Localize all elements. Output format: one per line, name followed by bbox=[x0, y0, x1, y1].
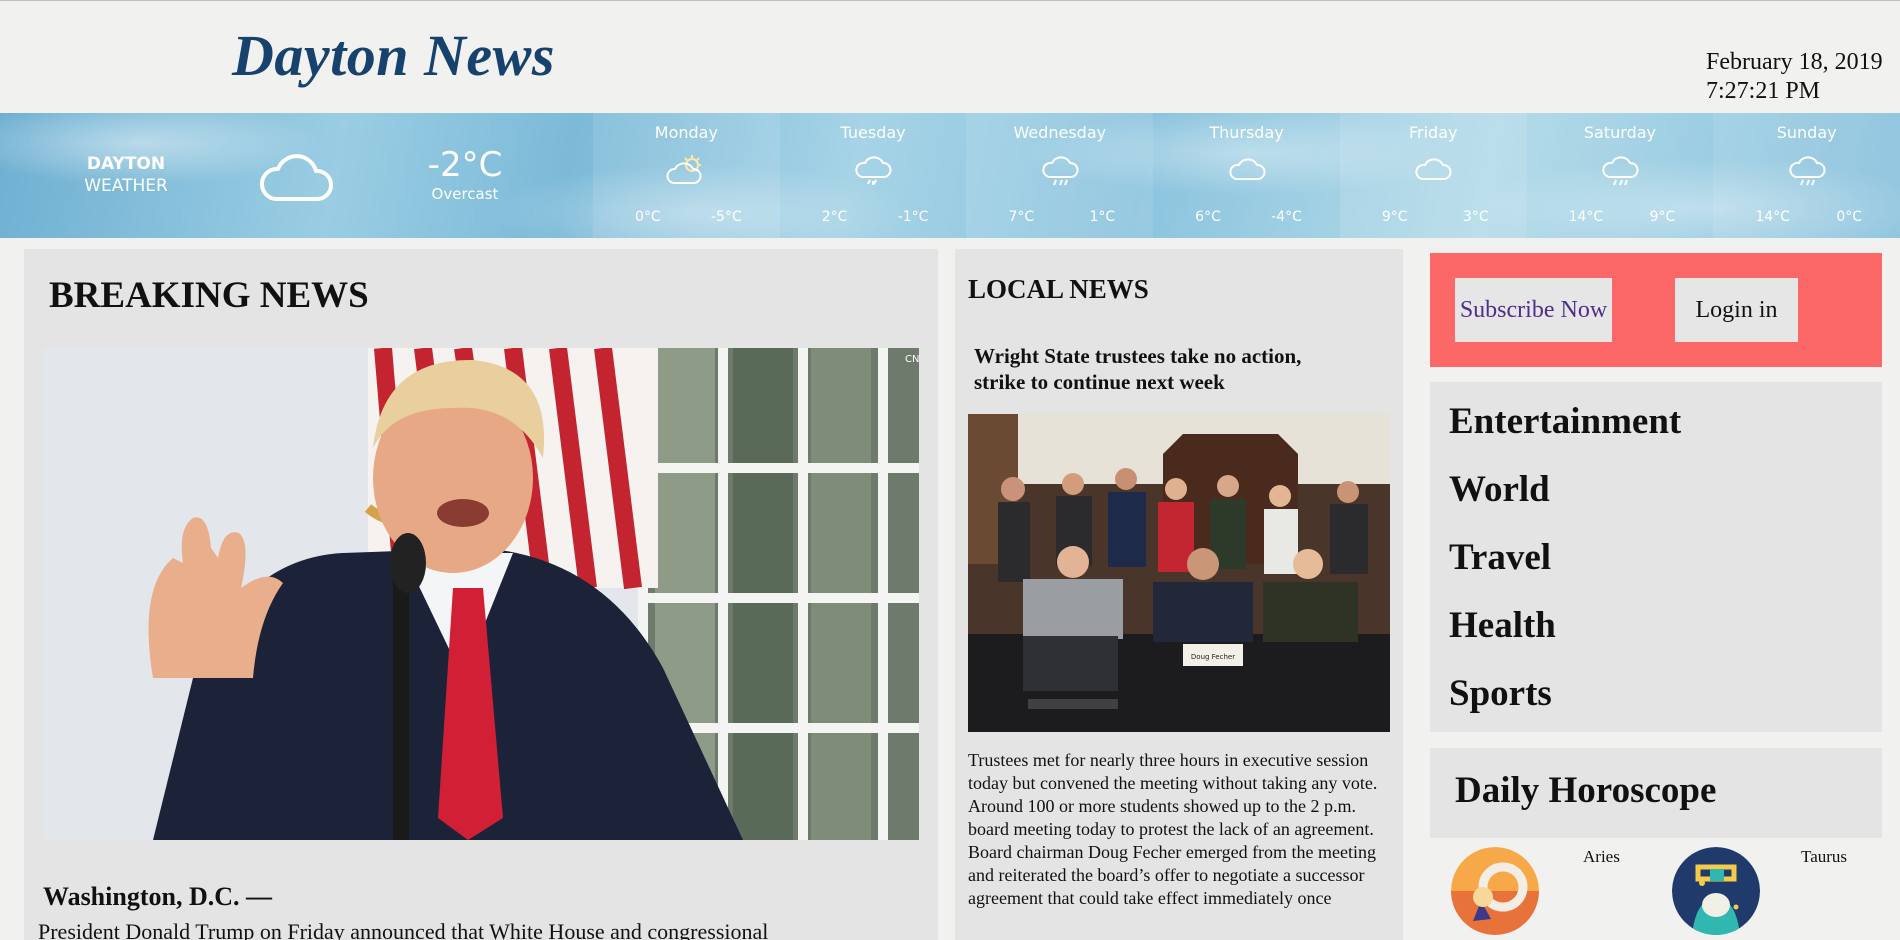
rain-cloud-icon bbox=[1789, 156, 1826, 186]
forecast-high: 14°C bbox=[1568, 209, 1604, 225]
rain-cloud-icon bbox=[1602, 156, 1639, 186]
sign-name-aries[interactable]: Aries bbox=[1583, 847, 1620, 867]
article-lead-text: President Donald Trump on Friday announc… bbox=[38, 919, 769, 940]
forecast-day-wednesday: Wednesday 7°C 1°C bbox=[966, 113, 1154, 238]
article-dateline: Washington, D.C. — bbox=[43, 882, 272, 911]
ram-icon[interactable] bbox=[1451, 847, 1539, 935]
forecast-day-name: Thursday bbox=[1209, 123, 1284, 142]
forecast-low: -5°C bbox=[710, 209, 742, 225]
forecast-day-saturday: Saturday 14°C 9°C bbox=[1527, 113, 1714, 238]
weather-city-label: DAYTON WEATHER bbox=[66, 153, 186, 197]
horoscope-panel: Daily Horoscope bbox=[1430, 748, 1882, 838]
forecast-day-name: Wednesday bbox=[1013, 123, 1107, 142]
breaking-news-photo[interactable]: CNN bbox=[43, 348, 919, 840]
forecast-day-name: Tuesday bbox=[840, 123, 906, 142]
nav-link-health[interactable]: Health bbox=[1449, 604, 1556, 647]
forecast-low: 1°C bbox=[1089, 209, 1116, 225]
local-news-headline[interactable]: Wright State trustees take no action, st… bbox=[974, 343, 1354, 395]
nameplate-text: Doug Fecher bbox=[1191, 653, 1235, 661]
forecast-low: 3°C bbox=[1462, 209, 1489, 225]
login-button[interactable]: Login in bbox=[1675, 278, 1798, 342]
forecast-row: Monday 0°C -5°C Tuesday 2°C -1°C Wednesd… bbox=[593, 113, 1900, 238]
forecast-low: -4°C bbox=[1271, 209, 1302, 225]
cloud-icon bbox=[1415, 158, 1452, 180]
nav-link-travel[interactable]: Travel bbox=[1449, 536, 1551, 579]
president-speaking-photo: CNN bbox=[43, 348, 919, 840]
date-time-display: February 18, 2019 7:27:21 PM bbox=[1706, 48, 1883, 106]
forecast-day-thursday: Thursday 6°C -4°C bbox=[1153, 113, 1340, 238]
forecast-day-sunday: Sunday 14°C 0°C bbox=[1713, 113, 1900, 238]
current-conditions: -2°C Overcast bbox=[420, 145, 510, 203]
nav-link-sports[interactable]: Sports bbox=[1449, 672, 1552, 715]
partly-sunny-icon bbox=[666, 155, 702, 184]
local-news-panel: LOCAL NEWS Wright State trustees take no… bbox=[955, 249, 1403, 940]
current-description: Overcast bbox=[431, 185, 499, 203]
forecast-day-name: Sunday bbox=[1776, 123, 1837, 142]
breaking-news-heading: BREAKING NEWS bbox=[49, 275, 369, 316]
bull-icon[interactable] bbox=[1672, 847, 1760, 935]
site-title[interactable]: Dayton News bbox=[232, 22, 555, 89]
forecast-day-name: Saturday bbox=[1583, 123, 1656, 142]
forecast-day-tuesday: Tuesday 2°C -1°C bbox=[780, 113, 967, 238]
current-time: 7:27:21 PM bbox=[1706, 78, 1821, 104]
forecast-day-monday: Monday 0°C -5°C bbox=[593, 113, 780, 238]
nav-link-world[interactable]: World bbox=[1449, 468, 1550, 511]
forecast-high: 6°C bbox=[1195, 209, 1221, 225]
local-news-heading: LOCAL NEWS bbox=[968, 274, 1149, 304]
sign-name-taurus[interactable]: Taurus bbox=[1801, 847, 1847, 867]
current-date: February 18, 2019 bbox=[1706, 49, 1883, 75]
local-news-body: Trustees met for nearly three hours in e… bbox=[968, 750, 1378, 908]
forecast-high: 7°C bbox=[1008, 209, 1035, 225]
forecast-day-name: Friday bbox=[1408, 123, 1458, 142]
breaking-news-panel: BREAKING NEWS CNN bbox=[24, 249, 938, 940]
forecast-day-name: Monday bbox=[654, 123, 718, 142]
forecast-high: 2°C bbox=[821, 209, 848, 225]
forecast-low: 0°C bbox=[1836, 209, 1863, 225]
current-temperature: -2°C bbox=[427, 145, 503, 185]
nav-link-entertainment[interactable]: Entertainment bbox=[1449, 400, 1681, 443]
horoscope-heading: Daily Horoscope bbox=[1455, 770, 1717, 811]
cloud-icon bbox=[1228, 158, 1266, 180]
forecast-high: 0°C bbox=[635, 209, 661, 225]
weather-city-name: DAYTON bbox=[86, 154, 166, 174]
forecast-high: 9°C bbox=[1381, 209, 1408, 225]
forecast-high: 14°C bbox=[1755, 209, 1790, 225]
subscribe-button[interactable]: Subscribe Now bbox=[1455, 278, 1612, 342]
board-meeting-photo: Doug Fecher bbox=[968, 414, 1390, 732]
forecast-day-friday: Friday 9°C 3°C bbox=[1339, 113, 1527, 238]
category-nav: Entertainment World Travel Health Sports bbox=[1430, 382, 1882, 732]
cloud-icon bbox=[259, 154, 334, 201]
rain-cloud-icon bbox=[1042, 156, 1079, 186]
weather-widget: DAYTON WEATHER -2°C Overcast Monday 0°C … bbox=[0, 113, 1900, 238]
forecast-low: -1°C bbox=[897, 209, 929, 225]
svg-text:CNN: CNN bbox=[905, 354, 919, 365]
weather-city-subtitle: WEATHER bbox=[84, 176, 168, 196]
forecast-low: 9°C bbox=[1649, 209, 1676, 225]
local-news-photo[interactable]: Doug Fecher bbox=[968, 414, 1390, 732]
top-border bbox=[0, 0, 1900, 1]
account-box: Subscribe Now Login in bbox=[1430, 253, 1882, 367]
snow-cloud-icon bbox=[855, 156, 892, 185]
